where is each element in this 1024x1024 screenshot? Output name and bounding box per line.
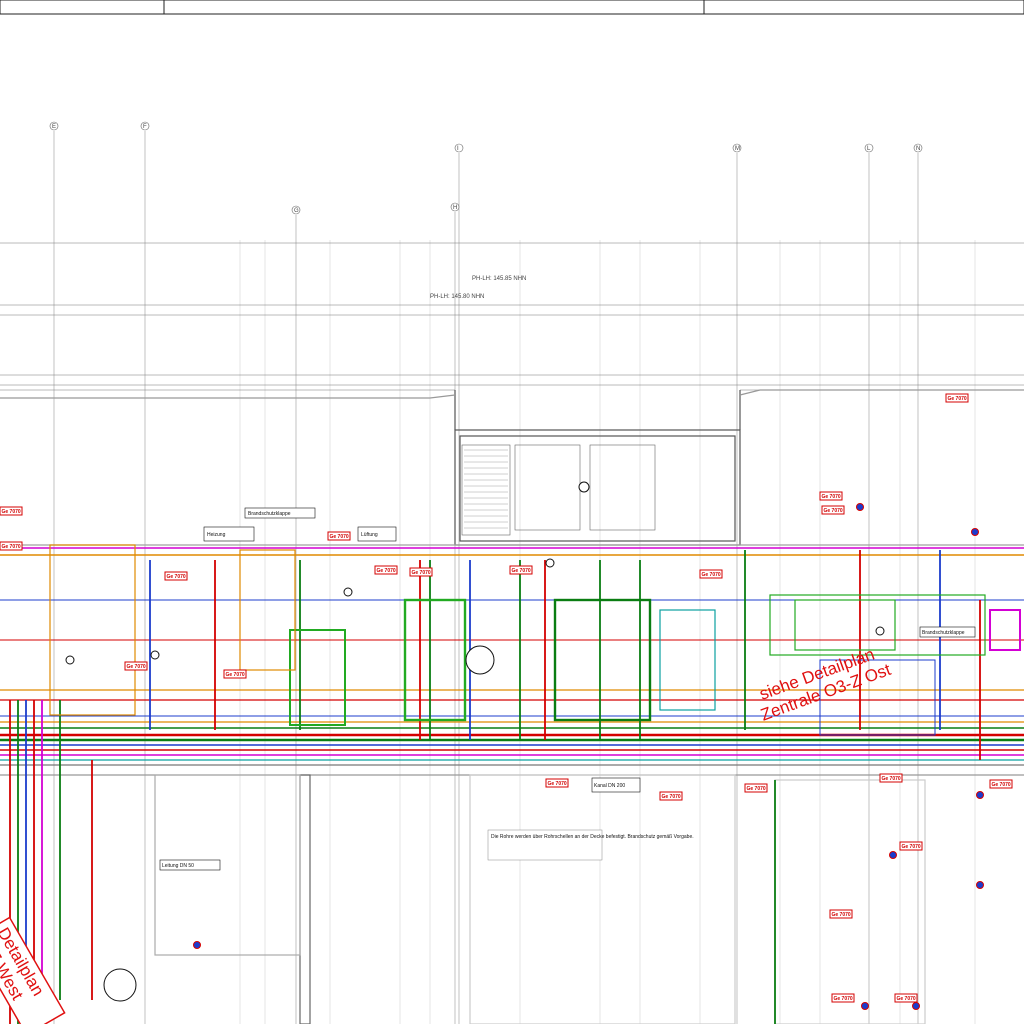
label-heating: Heizung	[207, 532, 226, 538]
structural-grid	[53, 131, 976, 1024]
equipment-tag: Ge 7070	[899, 841, 923, 851]
tag-text: Ge 7070	[412, 570, 431, 576]
axis-label: N	[916, 146, 920, 152]
equipment-tag: Ge 7070	[744, 783, 768, 793]
tag-text: Ge 7070	[2, 544, 21, 550]
equipment-tag: Ge 7070	[374, 565, 398, 575]
label-pipe-note: Leitung DN 50	[162, 863, 194, 869]
equipment-tag: Ge 7070	[0, 541, 23, 551]
valve-symbol	[971, 528, 979, 536]
tag-text: Ge 7070	[2, 509, 21, 515]
note-box-text: Die Rohre werden über Rohrschellen an de…	[491, 834, 694, 840]
tag-text: Ge 7070	[548, 781, 567, 787]
equipment-tag: Ge 7070	[821, 505, 845, 515]
axis-label: F	[143, 124, 147, 130]
tag-text: Ge 7070	[824, 508, 843, 514]
valve-symbol	[976, 791, 984, 799]
dimension-chains	[0, 242, 1024, 391]
stair-core	[461, 444, 656, 536]
valve-symbol	[193, 941, 201, 949]
equipment-tag: Ge 7070	[659, 791, 683, 801]
axis-label: H	[453, 205, 457, 211]
tag-text: Ge 7070	[832, 912, 851, 918]
equipment-tag: Ge 7070	[699, 569, 723, 579]
building-walls	[0, 389, 1024, 1024]
equipment-symbol	[578, 481, 590, 493]
title-block	[0, 0, 1024, 15]
tag-text: Ge 7070	[702, 572, 721, 578]
tag-text: Ge 7070	[897, 996, 916, 1002]
equipment-symbol	[465, 645, 495, 675]
tag-text: Ge 7070	[167, 574, 186, 580]
valve-symbol	[856, 503, 864, 511]
tag-text: Ge 7070	[834, 996, 853, 1002]
tag-text: Ge 7070	[377, 568, 396, 574]
equipment-symbol	[343, 587, 353, 597]
tag-text: Ge 7070	[992, 782, 1011, 788]
detail-callout-east: siehe Detailplan Zentrale O3-Z Ost	[757, 645, 894, 725]
tag-text: Ge 7070	[902, 844, 921, 850]
tag-text: Ge 7070	[512, 568, 531, 574]
valve-symbol	[861, 1002, 869, 1010]
tag-text: Ge 7070	[226, 672, 245, 678]
equipment-symbol	[103, 968, 137, 1002]
grid-axis-bubbles: E FG HI M L N	[49, 121, 923, 215]
equipment-tag: Ge 7070	[164, 571, 188, 581]
axis-label: M	[735, 146, 740, 152]
tag-text: Ge 7070	[662, 794, 681, 800]
equipment-symbol	[150, 650, 160, 660]
equipment-tag: Ge 7070	[409, 567, 433, 577]
tag-text: Ge 7070	[882, 776, 901, 782]
equipment-tag: Ge 7070	[545, 778, 569, 788]
pipe-network	[0, 547, 1024, 1024]
level-note-2: PH-LH: 145.85 NHN	[472, 276, 526, 282]
equipment-tag: Ge 7070	[831, 993, 855, 1003]
tag-text: Ge 7070	[822, 494, 841, 500]
equipment-tag: Ge 7070	[829, 909, 853, 919]
valve-symbol	[889, 851, 897, 859]
equipment-tag: Ge 7070	[327, 531, 351, 541]
label-duct-note: Kanal DN 200	[594, 783, 625, 789]
axis-label: G	[294, 208, 299, 214]
equipment-tag: Ge 7070	[945, 393, 969, 403]
mep-floor-plan-drawing: PH-LH: 145.80 NHN PH-LH: 145.85 NHN Ge 7…	[0, 0, 1024, 1024]
equipment-tag: Ge 7070	[989, 779, 1013, 789]
equipment-tag: Ge 7070	[509, 565, 533, 575]
label-ventilation: Lüftung	[361, 532, 378, 538]
tag-text: Ge 7070	[747, 786, 766, 792]
level-note-1: PH-LH: 145.80 NHN	[430, 294, 484, 300]
tag-text: Ge 7070	[127, 664, 146, 670]
equipment-symbol	[545, 558, 555, 568]
equipment-tag: Ge 7070	[894, 993, 918, 1003]
tag-text: Ge 7070	[330, 534, 349, 540]
equipment-tag: Ge 7070	[879, 773, 903, 783]
equipment-tag: Ge 7070	[124, 661, 148, 671]
tag-text: Ge 7070	[948, 396, 967, 402]
label-fire-damper-a: Brandschutzklappe	[248, 511, 291, 517]
equipment-symbol	[875, 626, 885, 636]
axis-label: E	[52, 124, 56, 130]
equipment-tag: Ge 7070	[819, 491, 843, 501]
valve-symbol	[912, 1002, 920, 1010]
valve-symbol	[976, 881, 984, 889]
equipment-tag: Ge 7070	[0, 506, 23, 516]
equipment-tag: Ge 7070	[223, 669, 247, 679]
equipment-symbol	[65, 655, 75, 665]
label-fire-damper-b: Brandschutzklappe	[922, 630, 965, 636]
note-box: Die Rohre werden über Rohrschellen an de…	[487, 829, 694, 861]
